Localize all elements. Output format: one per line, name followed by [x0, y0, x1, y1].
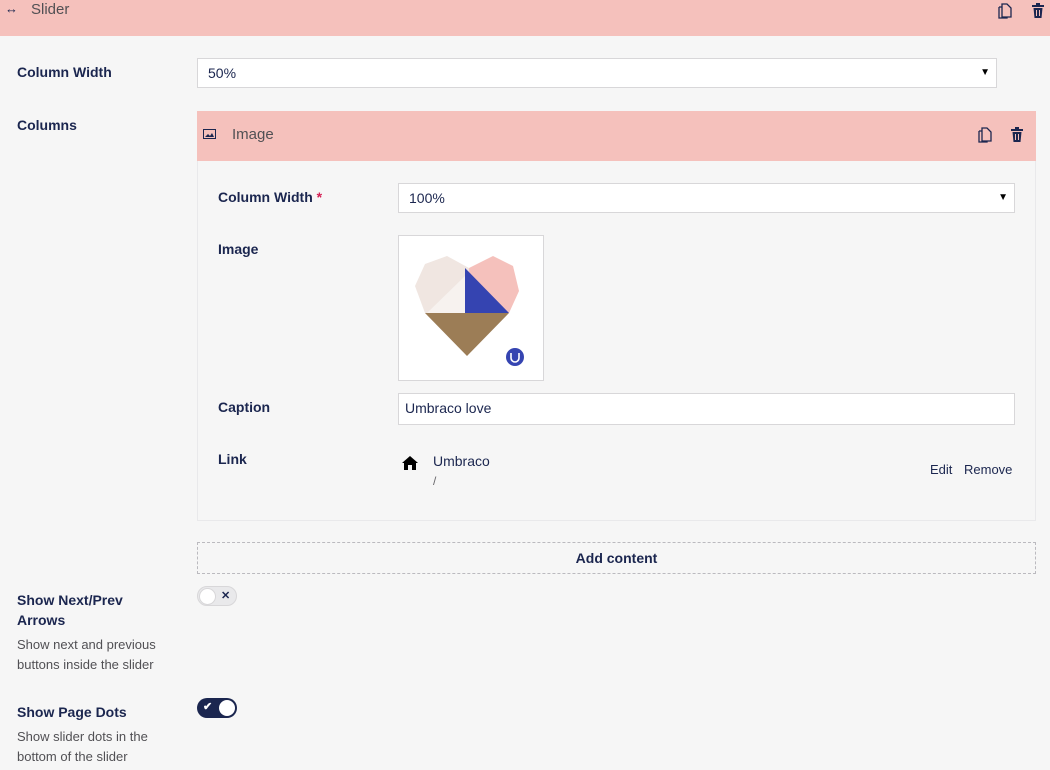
column-width-select[interactable]: 50% ▼	[197, 58, 997, 88]
slider-block-header[interactable]: ↔ Slider	[0, 0, 1050, 36]
inner-column-width-label: Column Width *	[218, 189, 323, 205]
dots-desc-line2: bottom of the slider	[17, 749, 128, 764]
dots-desc-line1: Show slider dots in the	[17, 729, 148, 744]
image-icon	[203, 129, 216, 139]
image-block-header[interactable]: Image	[197, 111, 1036, 161]
link-label: Link	[218, 451, 247, 467]
image-block	[197, 111, 1036, 521]
trash-icon[interactable]	[1031, 3, 1045, 19]
arrows-desc-line1: Show next and previous	[17, 637, 156, 652]
caption-label: Caption	[218, 399, 271, 415]
link-name[interactable]: Umbraco	[433, 453, 490, 469]
drag-handle-icon[interactable]: ↔	[5, 1, 18, 16]
column-width-value: 50%	[208, 65, 237, 81]
inner-column-width-value: 100%	[409, 190, 445, 206]
toggle-knob	[199, 588, 216, 605]
image-block-title[interactable]: Image	[232, 126, 274, 143]
arrows-toggle[interactable]: ✕	[197, 586, 237, 606]
caption-value: Umbraco love	[405, 400, 492, 416]
arrows-desc-line2: buttons inside the slider	[17, 657, 154, 672]
caption-input[interactable]: Umbraco love	[398, 393, 1015, 425]
dots-toggle[interactable]: ✔	[197, 698, 237, 718]
arrows-label-line1: Show Next/Prev	[17, 592, 123, 608]
copy-icon[interactable]	[998, 3, 1012, 19]
heart-image	[403, 240, 539, 374]
column-width-label: Column Width	[17, 64, 112, 80]
image-thumbnail[interactable]	[398, 235, 544, 381]
toggle-knob	[219, 700, 235, 716]
chevron-down-icon: ▼	[980, 67, 990, 78]
inner-column-width-select[interactable]: 100% ▼	[398, 183, 1015, 213]
columns-label: Columns	[17, 117, 77, 133]
image-label: Image	[218, 241, 259, 257]
block-title[interactable]: Slider	[31, 1, 69, 18]
remove-link-button[interactable]: Remove	[964, 462, 1012, 477]
arrows-label-line2: Arrows	[17, 612, 66, 628]
chevron-down-icon: ▼	[998, 192, 1008, 203]
check-icon: ✔	[203, 701, 213, 713]
copy-icon[interactable]	[978, 127, 992, 143]
link-url: /	[433, 474, 437, 488]
edit-link-button[interactable]: Edit	[930, 462, 952, 477]
cross-icon: ✕	[221, 590, 231, 602]
trash-icon[interactable]	[1010, 127, 1024, 143]
required-mark: *	[316, 189, 323, 205]
add-content-button[interactable]: Add content	[197, 542, 1036, 574]
dots-label: Show Page Dots	[17, 704, 127, 720]
home-icon	[402, 456, 418, 470]
